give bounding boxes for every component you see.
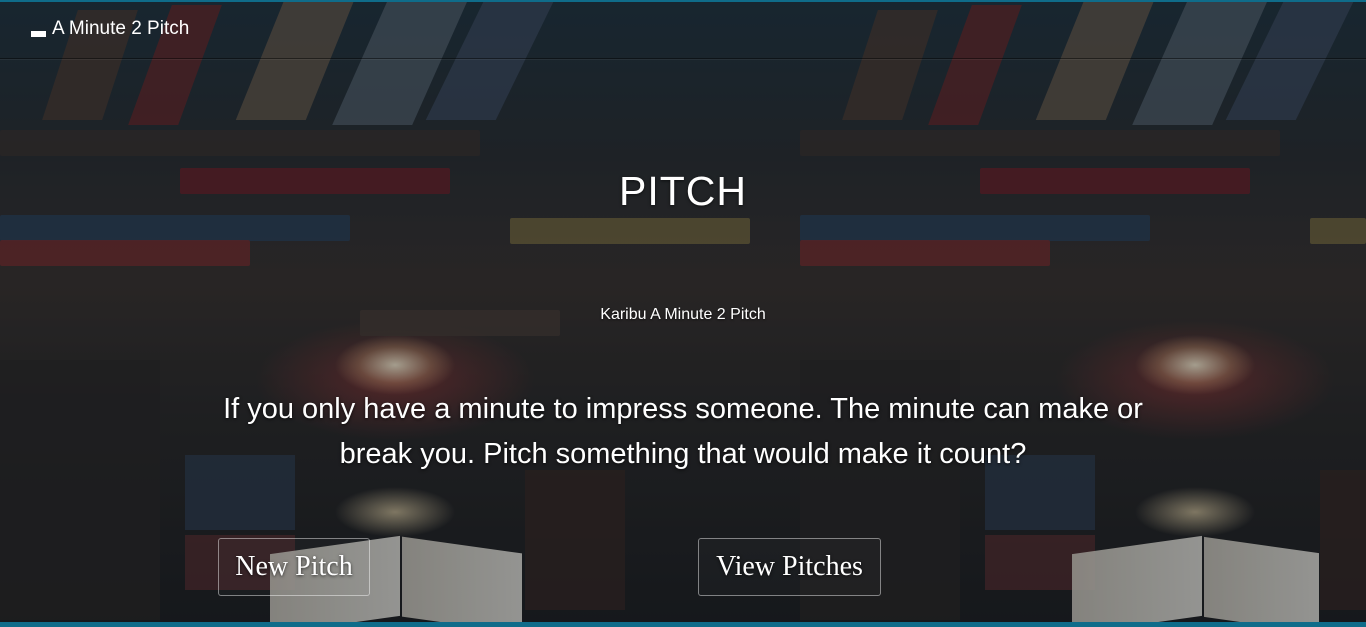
- hero-title: PITCH: [619, 168, 747, 214]
- view-pitches-button[interactable]: View Pitches: [698, 538, 881, 596]
- landing-page: A Minute 2 Pitch PITCH Karibu A Minute 2…: [0, 0, 1366, 627]
- hero-subtitle: Karibu A Minute 2 Pitch: [600, 306, 766, 323]
- navbar-brand[interactable]: A Minute 2 Pitch: [31, 18, 189, 40]
- new-pitch-button[interactable]: New Pitch: [218, 538, 370, 596]
- hero-tagline: If you only have a minute to impress som…: [223, 393, 1143, 470]
- brand-label: A Minute 2 Pitch: [52, 18, 190, 39]
- navbar: A Minute 2 Pitch: [0, 2, 1366, 59]
- bottom-accent-bar: [0, 622, 1366, 627]
- minus-icon: [31, 31, 46, 37]
